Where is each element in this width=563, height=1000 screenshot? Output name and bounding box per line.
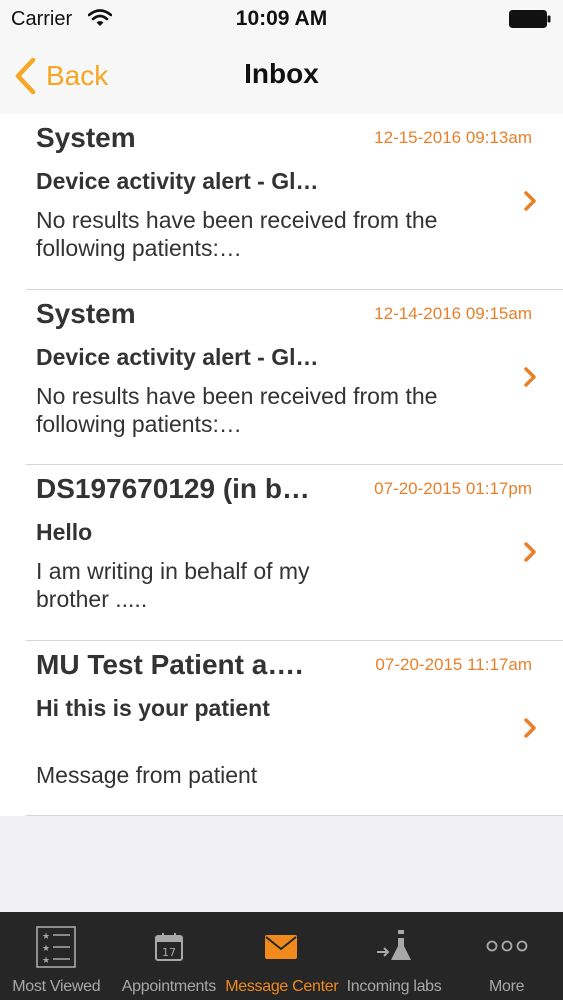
message-date: 12-15-2016 09:13am	[374, 128, 532, 147]
tab-message-center[interactable]: Message Center	[225, 912, 339, 1000]
message-subject: Device activity alert - Gl…	[36, 168, 319, 194]
chevron-left-icon	[15, 57, 36, 95]
calendar-icon: 17	[154, 933, 183, 961]
battery-icon	[509, 10, 551, 28]
row-divider	[26, 815, 563, 816]
status-time: 10:09 AM	[235, 7, 328, 30]
svg-text:★: ★	[42, 932, 50, 942]
tab-more[interactable]: More	[450, 912, 563, 1000]
message-date: 12-14-2016 09:15am	[374, 303, 532, 323]
chevron-right-icon	[524, 366, 536, 387]
svg-text:★: ★	[42, 956, 50, 966]
tab-label: More	[489, 978, 525, 995]
message-row[interactable]: DS197670129 (in b… 07-20-2015 01:17pm He…	[0, 465, 563, 641]
message-subject: Device activity alert - Gl…	[36, 343, 319, 370]
tab-label: Incoming labs	[346, 978, 442, 995]
chevron-right-icon	[524, 717, 536, 738]
message-date: 07-20-2015 11:17am	[375, 654, 532, 674]
message-sender: System	[36, 122, 136, 153]
message-row[interactable]: System 12-14-2016 09:15am Device activit…	[0, 290, 563, 465]
tab-label: Appointments	[121, 978, 217, 995]
tab-label: Most Viewed	[12, 978, 101, 995]
more-icon	[486, 940, 528, 952]
message-subject: Hello	[36, 519, 93, 545]
flask-icon	[377, 930, 412, 960]
tab-incoming-labs[interactable]: Incoming labs	[338, 912, 451, 1000]
message-subject: Hi this is your patient	[36, 694, 270, 721]
tab-bar: ★ ★ ★ Most Viewed 17 Appointments Messag…	[0, 912, 563, 1000]
message-sender: MU Test Patient a….	[36, 648, 304, 680]
navigation-bar: Back Inbox	[0, 38, 563, 114]
message-preview: No results have been received from the f…	[36, 382, 438, 437]
message-preview: I am writing in behalf of my brother ...…	[36, 558, 310, 612]
tab-appointments[interactable]: 17 Appointments	[113, 912, 226, 1000]
chevron-right-icon	[524, 542, 536, 562]
back-label: Back	[46, 60, 109, 91]
message-preview: No results have been received from the f…	[36, 207, 438, 261]
message-sender: System	[36, 297, 136, 329]
list-icon: ★ ★ ★	[36, 926, 77, 968]
message-preview: Message from patient	[36, 761, 258, 788]
status-bar: Carrier 10:09 AM	[0, 0, 563, 38]
back-button[interactable]: Back	[12, 56, 108, 96]
message-row[interactable]: System 12-15-2016 09:13am Device activit…	[0, 114, 563, 290]
chevron-right-icon	[524, 191, 536, 211]
envelope-icon	[265, 935, 298, 959]
message-row[interactable]: MU Test Patient a…. 07-20-2015 11:17am H…	[0, 641, 563, 816]
message-date: 07-20-2015 01:17pm	[374, 479, 532, 498]
calendar-day: 17	[162, 946, 176, 959]
tab-most-viewed[interactable]: ★ ★ ★ Most Viewed	[0, 912, 113, 1000]
tab-label: Message Center	[225, 978, 339, 995]
message-list: System 12-15-2016 09:13am Device activit…	[0, 114, 563, 816]
message-sender: DS197670129 (in b…	[36, 473, 310, 504]
svg-text:★: ★	[42, 944, 50, 954]
